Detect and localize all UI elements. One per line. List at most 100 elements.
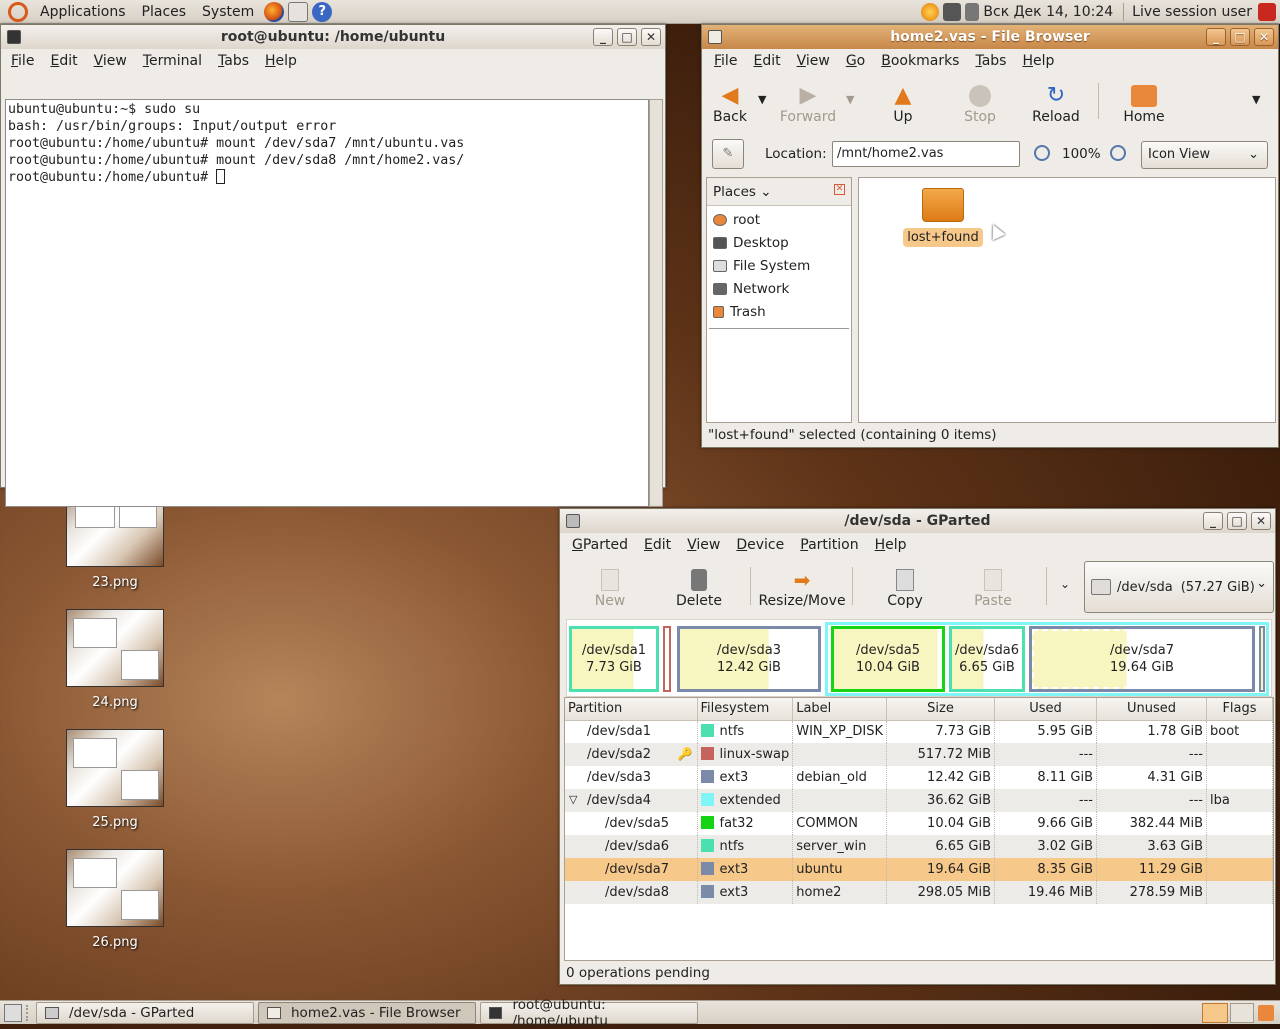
map-sda7[interactable]: /dev/sda7 19.64 GiB [1029, 626, 1255, 692]
col-flags[interactable]: Flags [1206, 698, 1273, 721]
map-sda2[interactable] [663, 626, 671, 692]
clock[interactable]: Вск Дек 14, 10:24 [981, 4, 1119, 20]
close-button[interactable]: ✕ [1251, 512, 1271, 530]
terminal-titlebar[interactable]: root@ubuntu: /home/ubuntu _ □ ✕ [1, 25, 665, 49]
gp-menu-partition[interactable]: Partition [792, 537, 866, 553]
table-row[interactable]: /dev/sda1 ntfs WIN_XP_DISK 7.73 GiB 5.95 GiB… [565, 720, 1273, 743]
workspace-2[interactable] [1230, 1003, 1254, 1023]
zoom-in-icon[interactable] [1110, 145, 1126, 161]
table-row[interactable]: /dev/sda8 ext3 home2 298.05 MiB 19.46 MiB 278… [565, 881, 1273, 904]
fb-menu-bookmarks[interactable]: Bookmarks [873, 53, 967, 69]
file-view[interactable]: lost+found [858, 177, 1276, 423]
close-sidebar-icon[interactable]: ✕ [834, 184, 845, 195]
map-sda6[interactable]: /dev/sda6 6.65 GiB [949, 626, 1025, 692]
folder-item-lost-found[interactable]: lost+found [903, 188, 983, 247]
minimize-button[interactable]: _ [1203, 512, 1223, 530]
file-browser-titlebar[interactable]: home2.vas - File Browser _ □ ✕ [702, 25, 1278, 49]
taskbar-terminal[interactable]: root@ubuntu: /home/ubuntu [480, 997, 698, 1029]
terminal-menu-terminal[interactable]: Terminal [135, 53, 210, 69]
place-desktop[interactable]: Desktop [707, 231, 851, 254]
col-filesystem[interactable]: Filesystem [697, 698, 794, 721]
table-row[interactable]: /dev/sda5 fat32 COMMON 10.04 GiB 9.66 GiB 382… [565, 812, 1273, 835]
terminal-window-icon[interactable] [7, 30, 21, 44]
stop-button[interactable]: Stop [960, 81, 1000, 125]
session-user[interactable]: Live session user [1128, 4, 1256, 20]
network-icon[interactable] [943, 3, 962, 21]
close-button[interactable]: ✕ [1254, 28, 1274, 46]
delete-partition-button[interactable]: Delete [674, 565, 724, 609]
table-row[interactable]: ▽ /dev/sda4 extended 36.62 GiB --- --- lba [565, 789, 1273, 812]
trash-applet-icon[interactable] [1258, 1005, 1274, 1021]
expander-icon[interactable]: ▽ [569, 793, 577, 806]
fb-menu-help[interactable]: Help [1014, 53, 1062, 69]
back-history-chevron-icon[interactable]: ▼ [758, 93, 766, 106]
table-row[interactable]: /dev/sda6 ntfs server_win 6.65 GiB 3.02 GiB 3… [565, 835, 1273, 858]
paste-button[interactable]: Paste [970, 565, 1016, 609]
terminal-menu-tabs[interactable]: Tabs [210, 53, 257, 69]
gp-menu-edit[interactable]: Edit [636, 537, 679, 553]
close-button[interactable]: ✕ [641, 28, 661, 46]
terminal-menu-file[interactable]: File [3, 53, 42, 69]
col-label[interactable]: Label [792, 698, 887, 721]
map-sda5[interactable]: /dev/sda5 10.04 GiB [831, 626, 945, 692]
minimize-button[interactable]: _ [593, 28, 613, 46]
place-root[interactable]: root [707, 208, 851, 231]
places-header[interactable]: Places ⌄ ✕ [707, 178, 851, 206]
col-size[interactable]: Size [886, 698, 995, 721]
terminal-menu-view[interactable]: View [86, 53, 135, 69]
copy-button[interactable]: Copy [882, 565, 928, 609]
desktop-icon-25[interactable]: 25.png [66, 729, 164, 830]
show-desktop-icon[interactable] [4, 1004, 22, 1022]
table-row[interactable]: /dev/sda3 ext3 debian_old 12.42 GiB 8.11 GiB… [565, 766, 1273, 789]
terminal-output[interactable]: ubuntu@ubuntu:~$ sudo su bash: /usr/bin/g… [5, 99, 649, 507]
table-row[interactable]: 🔑 /dev/sda2 linux-swap 517.72 MiB --- --- [565, 743, 1273, 766]
col-unused[interactable]: Unused [1096, 698, 1207, 721]
place-network[interactable]: Network [707, 277, 851, 300]
fb-menu-edit[interactable]: Edit [745, 53, 788, 69]
gp-menu-help[interactable]: Help [867, 537, 915, 553]
desktop-icon-26[interactable]: 26.png [66, 849, 164, 950]
map-sda8[interactable] [1259, 626, 1265, 692]
up-button[interactable]: ▲ Up [886, 81, 920, 126]
terminal-scrollbar[interactable] [649, 99, 663, 507]
place-file-system[interactable]: File System [707, 254, 851, 277]
col-partition[interactable]: Partition [565, 698, 698, 721]
ubuntu-logo-icon[interactable] [8, 1, 28, 22]
menu-system[interactable]: System [194, 4, 262, 20]
gp-menu-gparted[interactable]: GParted [564, 537, 636, 553]
fb-menu-go[interactable]: Go [838, 53, 873, 69]
toolbar-overflow-chevron-icon[interactable]: ▼ [1252, 93, 1260, 106]
terminal-menu-help[interactable]: Help [257, 53, 305, 69]
gp-menu-view[interactable]: View [679, 537, 728, 553]
minimize-button[interactable]: _ [1206, 28, 1226, 46]
file-browser-window-icon[interactable] [708, 30, 722, 44]
device-select[interactable]: /dev/sda (57.27 GiB) ⌄ [1084, 561, 1274, 613]
forward-history-chevron-icon[interactable]: ▼ [846, 93, 854, 106]
resize-move-button[interactable]: ➡ Resize/Move [758, 565, 845, 609]
gparted-titlebar[interactable]: /dev/sda - GParted _ □ ✕ [560, 509, 1275, 533]
fb-menu-file[interactable]: File [706, 53, 745, 69]
volume-icon[interactable] [965, 3, 980, 21]
reload-button[interactable]: ↻ Reload [1032, 81, 1080, 126]
help-launcher-icon[interactable]: ? [312, 1, 333, 22]
update-notifier-icon[interactable] [921, 3, 940, 21]
menu-places[interactable]: Places [134, 4, 195, 20]
terminal-menu-edit[interactable]: Edit [42, 53, 85, 69]
zoom-out-icon[interactable] [1034, 145, 1050, 161]
forward-button[interactable]: ▶ Forward [778, 81, 838, 126]
toolbar-overflow-chevron-icon[interactable]: ⌄ [1060, 577, 1070, 591]
gparted-window-icon[interactable] [566, 514, 580, 528]
map-sda1[interactable]: /dev/sda1 7.73 GiB [569, 626, 659, 692]
panel-handle[interactable] [26, 1005, 30, 1021]
maximize-button[interactable]: □ [1227, 512, 1247, 530]
view-mode-select[interactable]: Icon View ⌄ [1141, 141, 1268, 169]
new-partition-button[interactable]: New [590, 565, 630, 609]
home-button[interactable]: Home [1122, 81, 1166, 125]
taskbar-file-browser[interactable]: home2.vas - File Browser [258, 1002, 476, 1024]
desktop-icon-24[interactable]: 24.png [66, 609, 164, 710]
col-used[interactable]: Used [994, 698, 1097, 721]
shutdown-icon[interactable] [1258, 3, 1276, 21]
back-button[interactable]: ◀ Back [710, 81, 750, 126]
maximize-button[interactable]: □ [617, 28, 637, 46]
fb-menu-view[interactable]: View [789, 53, 838, 69]
